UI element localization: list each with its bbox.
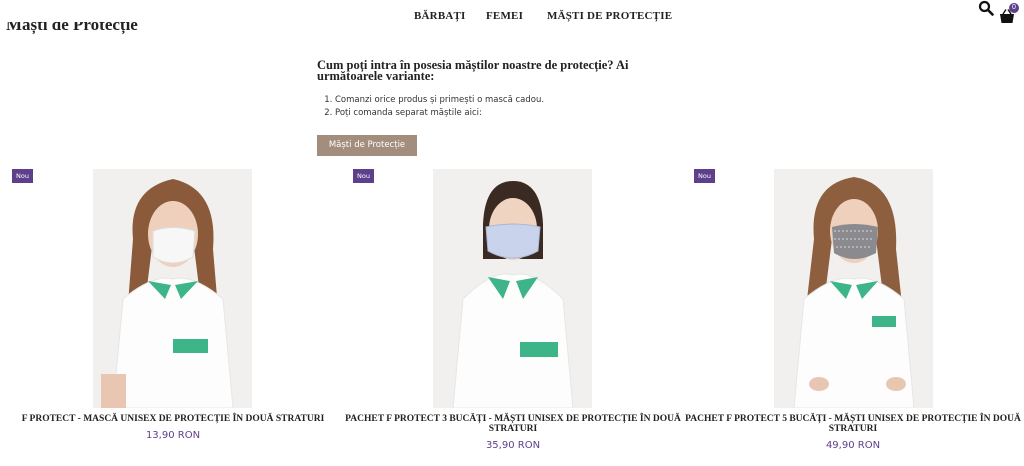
- page-title: Măști de Protecție: [6, 22, 138, 34]
- protection-masks-button[interactable]: Măști de Protecție: [317, 135, 417, 156]
- product-image[interactable]: [774, 169, 933, 408]
- nav-item-protection-masks[interactable]: MĂȘTI DE PROTECȚIE: [547, 10, 672, 22]
- search-icon[interactable]: [978, 0, 994, 16]
- product-title[interactable]: PACHET F PROTECT 5 BUCĂȚI - MĂȘTI UNISEX…: [683, 414, 1023, 434]
- cart-count-badge: 0: [1009, 3, 1019, 13]
- product-title[interactable]: PACHET F PROTECT 3 BUCĂȚI - MĂȘTI UNISEX…: [343, 414, 683, 434]
- main-nav: BĂRBAȚI FEMEI MĂȘTI DE PROTECȚIE: [0, 10, 1024, 24]
- info-heading: Cum poți intra în posesia măștilor noast…: [317, 58, 629, 83]
- nav-item-men[interactable]: BĂRBAȚI: [414, 10, 466, 22]
- info-section: Cum poți intra în posesia măștilor noast…: [317, 58, 697, 156]
- new-badge: Nou: [694, 169, 715, 183]
- product-price: 49,90 RON: [825, 440, 881, 451]
- info-options-list: Comanzi orice produs și primești o mască…: [317, 94, 697, 120]
- info-option: Poți comanda separat măștile aici:: [335, 107, 697, 120]
- new-badge: Nou: [353, 169, 374, 183]
- product-price: 35,90 RON: [485, 440, 541, 451]
- nav-item-women[interactable]: FEMEI: [486, 10, 523, 22]
- new-badge: Nou: [12, 169, 33, 183]
- cart-button[interactable]: 0: [999, 3, 1021, 25]
- product-price: 13,90 RON: [145, 430, 201, 441]
- info-option: Comanzi orice produs și primești o mască…: [335, 94, 697, 107]
- product-title[interactable]: F PROTECT - MASCĂ UNISEX DE PROTECȚIE ÎN…: [3, 414, 343, 424]
- product-image[interactable]: [433, 169, 592, 408]
- product-image[interactable]: [93, 169, 252, 408]
